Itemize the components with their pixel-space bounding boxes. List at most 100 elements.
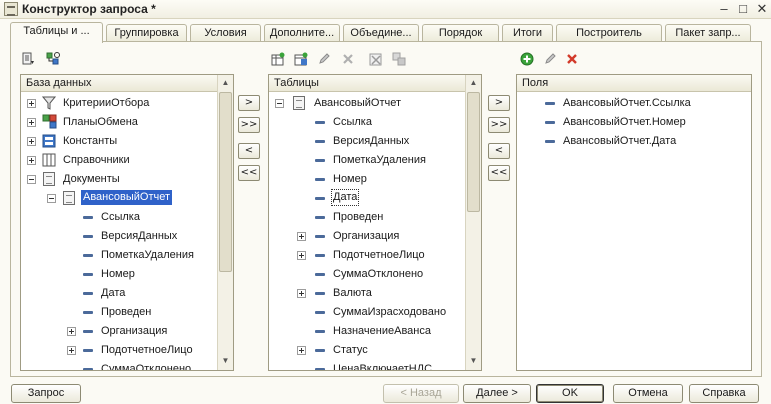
collapse-minus-icon[interactable] (27, 175, 36, 184)
tree-item-advance-report[interactable]: АвансовыйОтчет (25, 189, 217, 207)
tree-field-item[interactable]: Номер (25, 265, 217, 283)
tab-additional[interactable]: Дополните... (264, 24, 340, 42)
scroll-thumb[interactable] (219, 92, 232, 272)
database-tree-header: База данных (21, 75, 233, 92)
expand-plus-icon[interactable] (27, 156, 36, 165)
expand-plus-icon[interactable] (27, 99, 36, 108)
tables-tree-scrollbar[interactable]: ▲ ▼ (465, 75, 481, 370)
view-list-icon[interactable] (21, 52, 35, 66)
tables-field-item[interactable]: ЦенаВключаетНДС (273, 360, 465, 370)
delete-field-icon[interactable] (566, 53, 578, 65)
move-all-to-fields-button[interactable]: >> (488, 117, 510, 133)
tab-unions[interactable]: Объедине... (343, 24, 419, 42)
database-tree-scrollbar[interactable]: ▲ ▼ (217, 75, 233, 370)
tree-item-label: ВерсияДанных (333, 135, 410, 147)
maximize-icon[interactable]: □ (735, 1, 751, 17)
expand-plus-icon[interactable] (297, 232, 306, 241)
replace-table-icon[interactable] (392, 52, 406, 66)
query-button[interactable]: Запрос (11, 384, 81, 403)
tree-item-catalogs[interactable]: Справочники (25, 151, 217, 169)
expand-plus-icon[interactable] (297, 289, 306, 298)
database-tree[interactable]: База данных КритерииОтбора ПланыОбмена К… (20, 74, 234, 371)
tables-item-advance-report[interactable]: АвансовыйОтчет (273, 94, 465, 112)
add-field-icon[interactable] (520, 52, 534, 66)
expand-plus-icon[interactable] (27, 137, 36, 146)
delete-icon[interactable] (342, 53, 354, 65)
tables-field-item[interactable]: НазначениеАванса (273, 322, 465, 340)
tab-totals[interactable]: Итоги (502, 24, 553, 42)
tables-field-item[interactable]: Организация (273, 227, 465, 245)
expand-plus-icon[interactable] (27, 118, 36, 127)
collapse-minus-icon[interactable] (47, 194, 56, 203)
tab-builder[interactable]: Построитель (556, 24, 662, 42)
expand-plus-icon[interactable] (297, 251, 306, 260)
tree-item-label: Дата (101, 287, 126, 299)
fields-list[interactable]: Поля АвансовыйОтчет.Ссылка АвансовыйОтче… (516, 74, 752, 371)
tree-item-selection-criteria[interactable]: КритерииОтбора (25, 94, 217, 112)
field-icon (315, 273, 325, 276)
move-to-tables-button[interactable]: > (238, 95, 260, 111)
tree-item-constants[interactable]: Константы (25, 132, 217, 150)
move-to-fields-button[interactable]: > (488, 95, 510, 111)
help-button[interactable]: Справка (689, 384, 759, 403)
tables-field-item[interactable]: СуммаОтклонено (273, 265, 465, 283)
cancel-button[interactable]: Отмена (613, 384, 683, 403)
tables-field-item[interactable]: ПометкаУдаления (273, 151, 465, 169)
tree-field-item[interactable]: Ссылка (25, 208, 217, 226)
tree-item-documents[interactable]: Документы (25, 170, 217, 188)
scroll-up-icon[interactable]: ▲ (218, 75, 233, 90)
remove-all-from-fields-button[interactable]: << (488, 165, 510, 181)
tree-field-item[interactable]: Проведен (25, 303, 217, 321)
tables-field-item-focused[interactable]: Дата (273, 189, 465, 207)
tree-field-item[interactable]: Дата (25, 284, 217, 302)
tables-field-item[interactable]: Ссылка (273, 113, 465, 131)
tables-field-item[interactable]: Статус (273, 341, 465, 359)
remove-from-fields-button[interactable]: < (488, 143, 510, 159)
remove-from-tables-button[interactable]: < (238, 143, 260, 159)
tab-conditions[interactable]: Условия (190, 24, 261, 42)
scroll-down-icon[interactable]: ▼ (466, 353, 481, 368)
tree-field-item[interactable]: ПометкаУдаления (25, 246, 217, 264)
move-all-to-tables-button[interactable]: >> (238, 117, 260, 133)
tree-field-item[interactable]: ВерсияДанных (25, 227, 217, 245)
edit-field-icon[interactable] (544, 53, 556, 65)
tree-item-exchange-plans[interactable]: ПланыОбмена (25, 113, 217, 131)
tab-batch-query[interactable]: Пакет запр... (665, 24, 751, 42)
tables-field-item[interactable]: Номер (273, 170, 465, 188)
scroll-down-icon[interactable]: ▼ (218, 353, 233, 368)
tables-field-item[interactable]: ВерсияДанных (273, 132, 465, 150)
tab-tables-and-fields[interactable]: Таблицы и ... (10, 22, 103, 43)
tables-field-item[interactable]: Проведен (273, 208, 465, 226)
add-nested-query-icon[interactable] (294, 52, 308, 66)
scroll-up-icon[interactable]: ▲ (466, 75, 481, 90)
tree-field-item[interactable]: Организация (25, 322, 217, 340)
add-table-icon[interactable] (271, 52, 285, 66)
tables-field-item[interactable]: Валюта (273, 284, 465, 302)
tree-field-item[interactable]: СуммаОтклонено (25, 360, 217, 370)
field-icon (545, 102, 555, 105)
expand-plus-icon[interactable] (297, 346, 306, 355)
expand-plus-icon[interactable] (67, 346, 76, 355)
delete-table-icon[interactable] (369, 52, 383, 66)
selected-field-item[interactable]: АвансовыйОтчет.Ссылка (521, 94, 741, 112)
tree-item-label: Дата (330, 189, 360, 206)
back-button[interactable]: < Назад (383, 384, 459, 403)
tree-field-item[interactable]: ПодотчетноеЛицо (25, 341, 217, 359)
remove-all-from-tables-button[interactable]: << (238, 165, 260, 181)
tables-field-item[interactable]: СуммаИзрасходовано (273, 303, 465, 321)
ok-button[interactable]: OK (536, 384, 604, 403)
tables-tree[interactable]: Таблицы АвансовыйОтчет Ссылка ВерсияДанн… (268, 74, 482, 371)
tables-field-item[interactable]: ПодотчетноеЛицо (273, 246, 465, 264)
selected-field-item[interactable]: АвансовыйОтчет.Номер (521, 113, 741, 131)
minimize-icon[interactable]: – (716, 1, 732, 17)
next-button[interactable]: Далее > (463, 384, 531, 403)
edit-pencil-icon[interactable] (318, 53, 330, 65)
find-in-database-icon[interactable] (45, 51, 61, 67)
collapse-minus-icon[interactable] (275, 99, 284, 108)
tab-grouping[interactable]: Группировка (106, 24, 187, 42)
tab-order[interactable]: Порядок (422, 24, 499, 42)
selected-field-item[interactable]: АвансовыйОтчет.Дата (521, 132, 741, 150)
scroll-thumb[interactable] (467, 92, 480, 212)
close-icon[interactable]: ✕ (754, 1, 770, 17)
expand-plus-icon[interactable] (67, 327, 76, 336)
